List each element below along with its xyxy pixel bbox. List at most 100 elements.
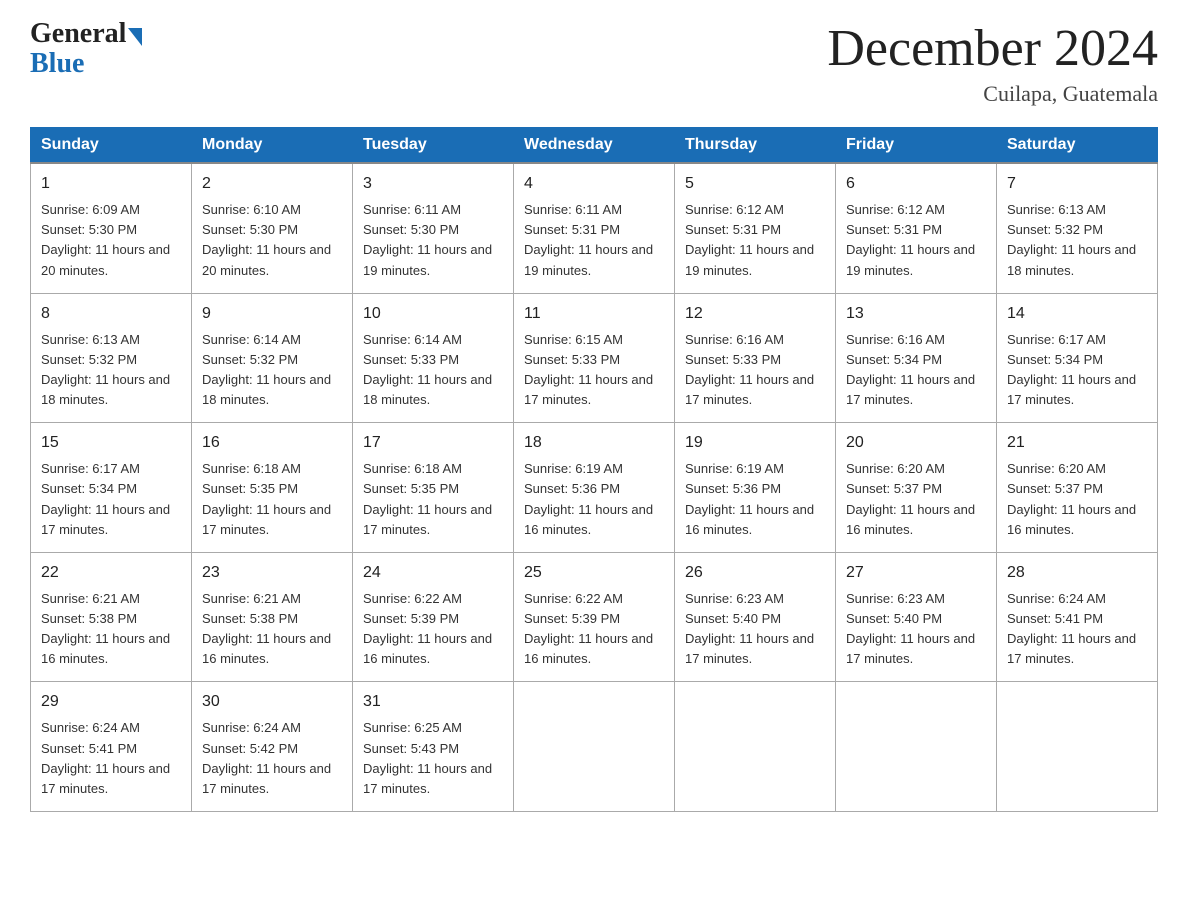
day-info: Sunrise: 6:16 AMSunset: 5:34 PMDaylight:… bbox=[846, 332, 975, 407]
logo-general-text: General bbox=[30, 20, 126, 48]
col-header-thursday: Thursday bbox=[675, 128, 836, 164]
logo-blue-text: Blue bbox=[30, 48, 84, 80]
day-info: Sunrise: 6:20 AMSunset: 5:37 PMDaylight:… bbox=[846, 461, 975, 536]
day-number: 2 bbox=[202, 172, 342, 196]
day-number: 18 bbox=[524, 431, 664, 455]
calendar-week-row: 15Sunrise: 6:17 AMSunset: 5:34 PMDayligh… bbox=[31, 423, 1158, 553]
calendar-cell: 28 Sunrise: 6:24 AMSunset: 5:41 PMDayligh… bbox=[997, 552, 1158, 682]
location: Cuilapa, Guatemala bbox=[827, 81, 1158, 107]
day-number: 25 bbox=[524, 561, 664, 585]
day-info: Sunrise: 6:16 AMSunset: 5:33 PMDaylight:… bbox=[685, 332, 814, 407]
calendar-cell: 11 Sunrise: 6:15 AMSunset: 5:33 PMDayligh… bbox=[514, 293, 675, 423]
day-info: Sunrise: 6:11 AMSunset: 5:31 PMDaylight:… bbox=[524, 202, 653, 277]
day-number: 9 bbox=[202, 302, 342, 326]
calendar-cell bbox=[997, 682, 1158, 812]
calendar-cell: 27 Sunrise: 6:23 AMSunset: 5:40 PMDayligh… bbox=[836, 552, 997, 682]
logo: General Blue bbox=[30, 20, 142, 80]
calendar-cell: 15Sunrise: 6:17 AMSunset: 5:34 PMDayligh… bbox=[31, 423, 192, 553]
day-info: Sunrise: 6:23 AMSunset: 5:40 PMDaylight:… bbox=[685, 591, 814, 666]
day-info: Sunrise: 6:13 AMSunset: 5:32 PMDaylight:… bbox=[1007, 202, 1136, 277]
day-number: 28 bbox=[1007, 561, 1147, 585]
calendar-cell: 4Sunrise: 6:11 AMSunset: 5:31 PMDaylight… bbox=[514, 163, 675, 293]
calendar-header-row: SundayMondayTuesdayWednesdayThursdayFrid… bbox=[31, 128, 1158, 164]
day-info: Sunrise: 6:25 AMSunset: 5:43 PMDaylight:… bbox=[363, 720, 492, 795]
col-header-sunday: Sunday bbox=[31, 128, 192, 164]
day-info: Sunrise: 6:22 AMSunset: 5:39 PMDaylight:… bbox=[524, 591, 653, 666]
page-header: General Blue December 2024 Cuilapa, Guat… bbox=[30, 20, 1158, 107]
day-number: 30 bbox=[202, 690, 342, 714]
day-number: 23 bbox=[202, 561, 342, 585]
day-info: Sunrise: 6:19 AMSunset: 5:36 PMDaylight:… bbox=[524, 461, 653, 536]
day-number: 14 bbox=[1007, 302, 1147, 326]
calendar-cell: 21 Sunrise: 6:20 AMSunset: 5:37 PMDayligh… bbox=[997, 423, 1158, 553]
day-info: Sunrise: 6:14 AMSunset: 5:32 PMDaylight:… bbox=[202, 332, 331, 407]
calendar-cell: 25 Sunrise: 6:22 AMSunset: 5:39 PMDayligh… bbox=[514, 552, 675, 682]
day-info: Sunrise: 6:21 AMSunset: 5:38 PMDaylight:… bbox=[202, 591, 331, 666]
calendar-cell: 18 Sunrise: 6:19 AMSunset: 5:36 PMDayligh… bbox=[514, 423, 675, 553]
col-header-tuesday: Tuesday bbox=[353, 128, 514, 164]
day-number: 3 bbox=[363, 172, 503, 196]
day-number: 10 bbox=[363, 302, 503, 326]
calendar-cell: 6Sunrise: 6:12 AMSunset: 5:31 PMDaylight… bbox=[836, 163, 997, 293]
day-number: 20 bbox=[846, 431, 986, 455]
calendar-cell: 1 Sunrise: 6:09 AMSunset: 5:30 PMDaylight… bbox=[31, 163, 192, 293]
day-info: Sunrise: 6:22 AMSunset: 5:39 PMDaylight:… bbox=[363, 591, 492, 666]
calendar-cell: 19Sunrise: 6:19 AMSunset: 5:36 PMDayligh… bbox=[675, 423, 836, 553]
calendar-cell bbox=[514, 682, 675, 812]
day-number: 19 bbox=[685, 431, 825, 455]
day-number: 22 bbox=[41, 561, 181, 585]
col-header-saturday: Saturday bbox=[997, 128, 1158, 164]
day-info: Sunrise: 6:18 AMSunset: 5:35 PMDaylight:… bbox=[363, 461, 492, 536]
day-info: Sunrise: 6:23 AMSunset: 5:40 PMDaylight:… bbox=[846, 591, 975, 666]
day-number: 13 bbox=[846, 302, 986, 326]
day-number: 26 bbox=[685, 561, 825, 585]
day-number: 12 bbox=[685, 302, 825, 326]
calendar-cell: 2Sunrise: 6:10 AMSunset: 5:30 PMDaylight… bbox=[192, 163, 353, 293]
day-info: Sunrise: 6:17 AMSunset: 5:34 PMDaylight:… bbox=[1007, 332, 1136, 407]
calendar-cell: 16 Sunrise: 6:18 AMSunset: 5:35 PMDayligh… bbox=[192, 423, 353, 553]
day-number: 31 bbox=[363, 690, 503, 714]
calendar-cell: 24 Sunrise: 6:22 AMSunset: 5:39 PMDayligh… bbox=[353, 552, 514, 682]
calendar-cell: 31 Sunrise: 6:25 AMSunset: 5:43 PMDayligh… bbox=[353, 682, 514, 812]
calendar-cell bbox=[675, 682, 836, 812]
day-info: Sunrise: 6:24 AMSunset: 5:41 PMDaylight:… bbox=[1007, 591, 1136, 666]
day-number: 7 bbox=[1007, 172, 1147, 196]
calendar-cell: 12 Sunrise: 6:16 AMSunset: 5:33 PMDayligh… bbox=[675, 293, 836, 423]
day-info: Sunrise: 6:24 AMSunset: 5:41 PMDaylight:… bbox=[41, 720, 170, 795]
calendar-week-row: 22 Sunrise: 6:21 AMSunset: 5:38 PMDayligh… bbox=[31, 552, 1158, 682]
day-number: 27 bbox=[846, 561, 986, 585]
calendar-cell: 22 Sunrise: 6:21 AMSunset: 5:38 PMDayligh… bbox=[31, 552, 192, 682]
calendar-week-row: 1 Sunrise: 6:09 AMSunset: 5:30 PMDaylight… bbox=[31, 163, 1158, 293]
day-info: Sunrise: 6:20 AMSunset: 5:37 PMDaylight:… bbox=[1007, 461, 1136, 536]
calendar-cell: 10Sunrise: 6:14 AMSunset: 5:33 PMDayligh… bbox=[353, 293, 514, 423]
calendar-cell: 26 Sunrise: 6:23 AMSunset: 5:40 PMDayligh… bbox=[675, 552, 836, 682]
calendar-cell: 17Sunrise: 6:18 AMSunset: 5:35 PMDayligh… bbox=[353, 423, 514, 553]
month-title: December 2024 bbox=[827, 20, 1158, 77]
day-info: Sunrise: 6:24 AMSunset: 5:42 PMDaylight:… bbox=[202, 720, 331, 795]
calendar-cell: 14 Sunrise: 6:17 AMSunset: 5:34 PMDayligh… bbox=[997, 293, 1158, 423]
day-number: 8 bbox=[41, 302, 181, 326]
day-number: 16 bbox=[202, 431, 342, 455]
day-number: 1 bbox=[41, 172, 181, 196]
calendar-cell: 9 Sunrise: 6:14 AMSunset: 5:32 PMDaylight… bbox=[192, 293, 353, 423]
day-info: Sunrise: 6:17 AMSunset: 5:34 PMDaylight:… bbox=[41, 461, 170, 536]
calendar-cell: 7 Sunrise: 6:13 AMSunset: 5:32 PMDaylight… bbox=[997, 163, 1158, 293]
day-info: Sunrise: 6:15 AMSunset: 5:33 PMDaylight:… bbox=[524, 332, 653, 407]
day-number: 5 bbox=[685, 172, 825, 196]
day-number: 24 bbox=[363, 561, 503, 585]
calendar-cell: 8Sunrise: 6:13 AMSunset: 5:32 PMDaylight… bbox=[31, 293, 192, 423]
calendar-cell: 13 Sunrise: 6:16 AMSunset: 5:34 PMDayligh… bbox=[836, 293, 997, 423]
day-info: Sunrise: 6:09 AMSunset: 5:30 PMDaylight:… bbox=[41, 202, 170, 277]
calendar-cell: 5Sunrise: 6:12 AMSunset: 5:31 PMDaylight… bbox=[675, 163, 836, 293]
day-info: Sunrise: 6:21 AMSunset: 5:38 PMDaylight:… bbox=[41, 591, 170, 666]
calendar-cell: 20 Sunrise: 6:20 AMSunset: 5:37 PMDayligh… bbox=[836, 423, 997, 553]
calendar-week-row: 8Sunrise: 6:13 AMSunset: 5:32 PMDaylight… bbox=[31, 293, 1158, 423]
calendar-cell bbox=[836, 682, 997, 812]
day-info: Sunrise: 6:12 AMSunset: 5:31 PMDaylight:… bbox=[846, 202, 975, 277]
day-number: 21 bbox=[1007, 431, 1147, 455]
day-number: 11 bbox=[524, 302, 664, 326]
title-block: December 2024 Cuilapa, Guatemala bbox=[827, 20, 1158, 107]
col-header-monday: Monday bbox=[192, 128, 353, 164]
calendar-cell: 29Sunrise: 6:24 AMSunset: 5:41 PMDayligh… bbox=[31, 682, 192, 812]
day-info: Sunrise: 6:18 AMSunset: 5:35 PMDaylight:… bbox=[202, 461, 331, 536]
